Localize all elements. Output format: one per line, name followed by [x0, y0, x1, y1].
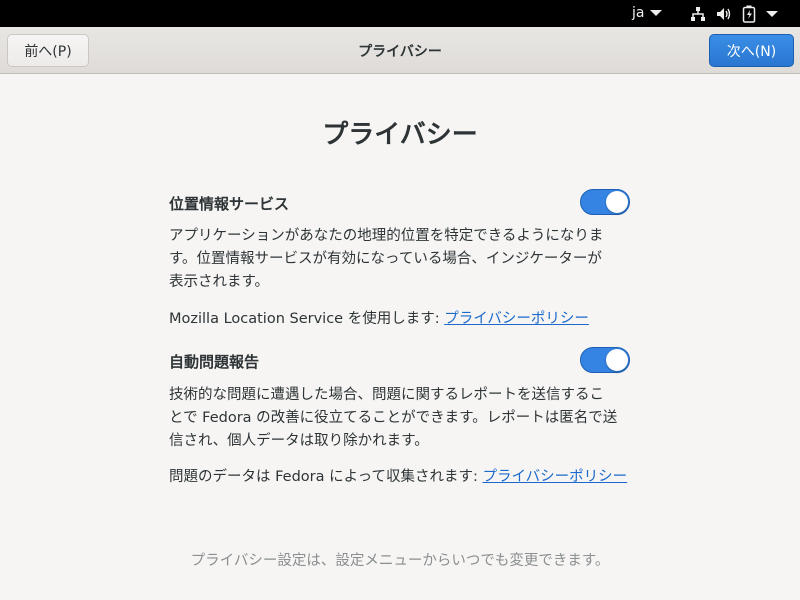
next-button[interactable]: 次へ(N)	[709, 34, 794, 67]
problem-reporting-toggle[interactable]	[580, 347, 630, 373]
location-services-policy: Mozilla Location Service を使用します: プライバシーポ…	[169, 307, 631, 328]
problem-reporting-policy: 問題のデータは Fedora によって収集されます: プライバシーポリシー	[169, 465, 631, 486]
system-top-bar: ja	[0, 0, 800, 27]
problem-privacy-policy-link[interactable]: プライバシーポリシー	[482, 469, 627, 485]
problem-reporting-title: 自動問題報告	[169, 351, 631, 372]
location-desc-line-2: す。位置情報サービスが有効になっている場合、インジケーターが	[169, 251, 602, 267]
location-privacy-policy-link[interactable]: プライバシーポリシー	[444, 311, 589, 327]
battery-icon	[742, 5, 756, 23]
header-title: プライバシー	[358, 44, 442, 60]
problem-desc-line-3: 信され、個人データは取り除かれます。	[169, 433, 429, 449]
problem-desc-line-2: とで Fedora の改善に役立てることができます。レポートは匿名で送	[169, 410, 618, 426]
problem-reporting-description: 技術的な問題に遭遇した場合、問題に関するレポートを送信するこ とで Fedora…	[169, 384, 631, 453]
volume-icon	[716, 6, 732, 22]
header-bar: 前へ(P) プライバシー 次へ(N)	[0, 27, 800, 74]
system-status-area[interactable]	[690, 4, 778, 23]
location-services-description: アプリケーションがあなたの地理的位置を特定できるようになりま す。位置情報サービ…	[169, 225, 631, 294]
input-language-indicator[interactable]: ja	[632, 5, 663, 21]
network-icon	[690, 6, 706, 22]
language-label: ja	[632, 5, 645, 21]
chevron-down-icon	[650, 10, 663, 16]
location-services-toggle[interactable]	[580, 189, 630, 215]
location-desc-line-1: アプリケーションがあなたの地理的位置を特定できるようになりま	[169, 228, 604, 244]
problem-policy-prefix: 問題のデータは Fedora によって収集されます:	[169, 469, 483, 485]
problem-desc-line-1: 技術的な問題に遭遇した場合、問題に関するレポートを送信するこ	[169, 387, 604, 403]
location-policy-prefix: Mozilla Location Service を使用します:	[169, 311, 445, 327]
footer-note: プライバシー設定は、設定メニューからいつでも変更できます。	[190, 553, 610, 569]
location-services-title-text: 位置情報サービス	[169, 195, 290, 213]
toggle-knob	[606, 191, 628, 213]
problem-reporting-title-text: 自動問題報告	[169, 353, 260, 371]
location-services-title: 位置情報サービス	[169, 193, 631, 214]
system-menu-caret-icon	[766, 10, 778, 17]
location-desc-line-3: 表示されます。	[169, 274, 270, 290]
toggle-knob	[606, 349, 628, 371]
page-title: プライバシー	[322, 120, 478, 150]
